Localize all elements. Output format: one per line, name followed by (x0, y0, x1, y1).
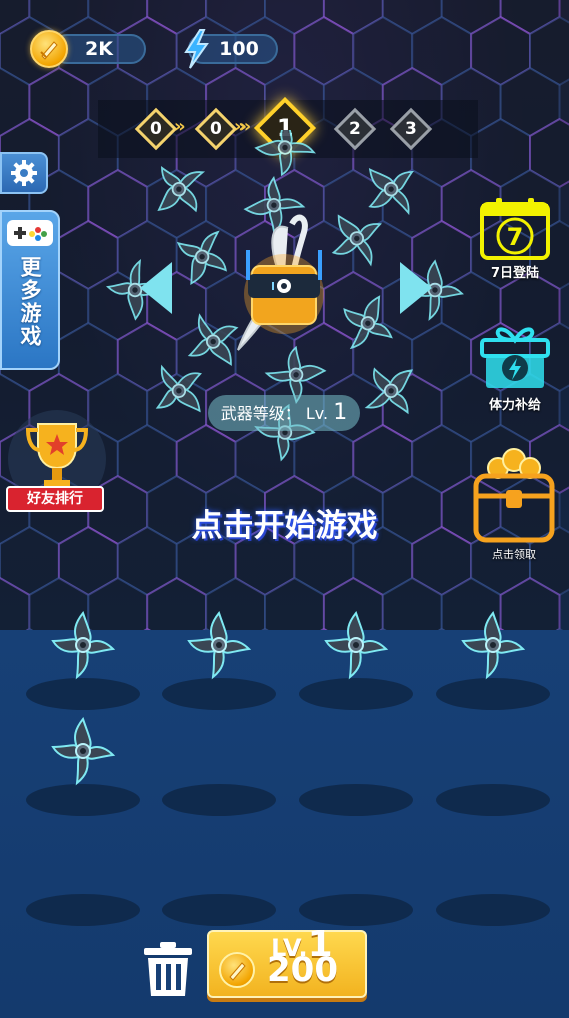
merge-slot[interactable] (26, 784, 140, 816)
energy-supply-label: 体力补给 (488, 398, 541, 413)
coin-amount: 2K (85, 38, 113, 60)
energy-amount: 100 (219, 38, 259, 60)
more-games-label: 更多游戏 (18, 256, 42, 348)
next-weapon-arrow[interactable] (400, 262, 432, 314)
coin-icon (219, 952, 255, 988)
merge-slot[interactable] (26, 678, 140, 710)
merge-slot[interactable] (299, 784, 413, 816)
merge-slot[interactable] (162, 678, 276, 710)
weapon-level-badge: 武器等级： Lv. 1 (208, 395, 360, 431)
weapon-level-label: Lv. (305, 404, 329, 423)
buy-price: 200 (267, 950, 338, 990)
more-games-button[interactable]: 更多游戏 (0, 210, 60, 370)
weapon-level-number: 1 (333, 400, 348, 425)
settings-button[interactable] (0, 152, 48, 194)
start-game-prompt[interactable]: 点击开始游戏 (0, 500, 569, 545)
prev-weapon-arrow[interactable] (140, 262, 172, 314)
gift-box-icon (480, 327, 550, 388)
orbit-shuriken (330, 285, 405, 362)
merge-slot[interactable] (299, 678, 413, 710)
energy-supply-button[interactable]: 体力补给 (476, 322, 554, 413)
merge-slot[interactable] (436, 784, 550, 816)
merge-slot[interactable] (299, 894, 413, 926)
gear-icon (11, 160, 37, 186)
orbit-shuriken (350, 350, 432, 432)
claim-label: 点击领取 (492, 548, 536, 561)
merge-slot[interactable] (436, 678, 550, 710)
orbit-shuriken (254, 130, 316, 176)
orbit-shuriken (138, 350, 220, 432)
orbit-shuriken (138, 148, 220, 230)
gamepad-icon (7, 220, 53, 246)
shuriken-item[interactable] (319, 608, 393, 682)
buy-weapon-button[interactable]: LV.1 200 (207, 924, 367, 998)
orbit-shuriken (350, 148, 432, 230)
trash-icon (144, 942, 192, 996)
trophy-icon (25, 423, 89, 488)
shuriken-item[interactable] (456, 608, 530, 682)
robot-character (237, 214, 324, 351)
merge-slot[interactable] (436, 894, 550, 926)
weapon-level-prefix: 武器等级： (220, 404, 301, 423)
coin-icon (30, 30, 68, 68)
shuriken-item[interactable] (182, 608, 256, 682)
merge-slot[interactable] (26, 894, 140, 926)
merge-slot[interactable] (162, 894, 276, 926)
trash-button[interactable] (142, 940, 194, 998)
shuriken-item[interactable] (46, 714, 120, 788)
daily-login-button[interactable]: 7 7日登陆 (474, 196, 556, 282)
daily-login-label: 7日登陆 (490, 266, 540, 281)
merge-slot[interactable] (162, 784, 276, 816)
calendar-icon: 7 (480, 198, 550, 260)
calendar-day: 7 (507, 223, 524, 251)
shuriken-item[interactable] (46, 608, 120, 682)
lightning-icon (184, 29, 209, 69)
